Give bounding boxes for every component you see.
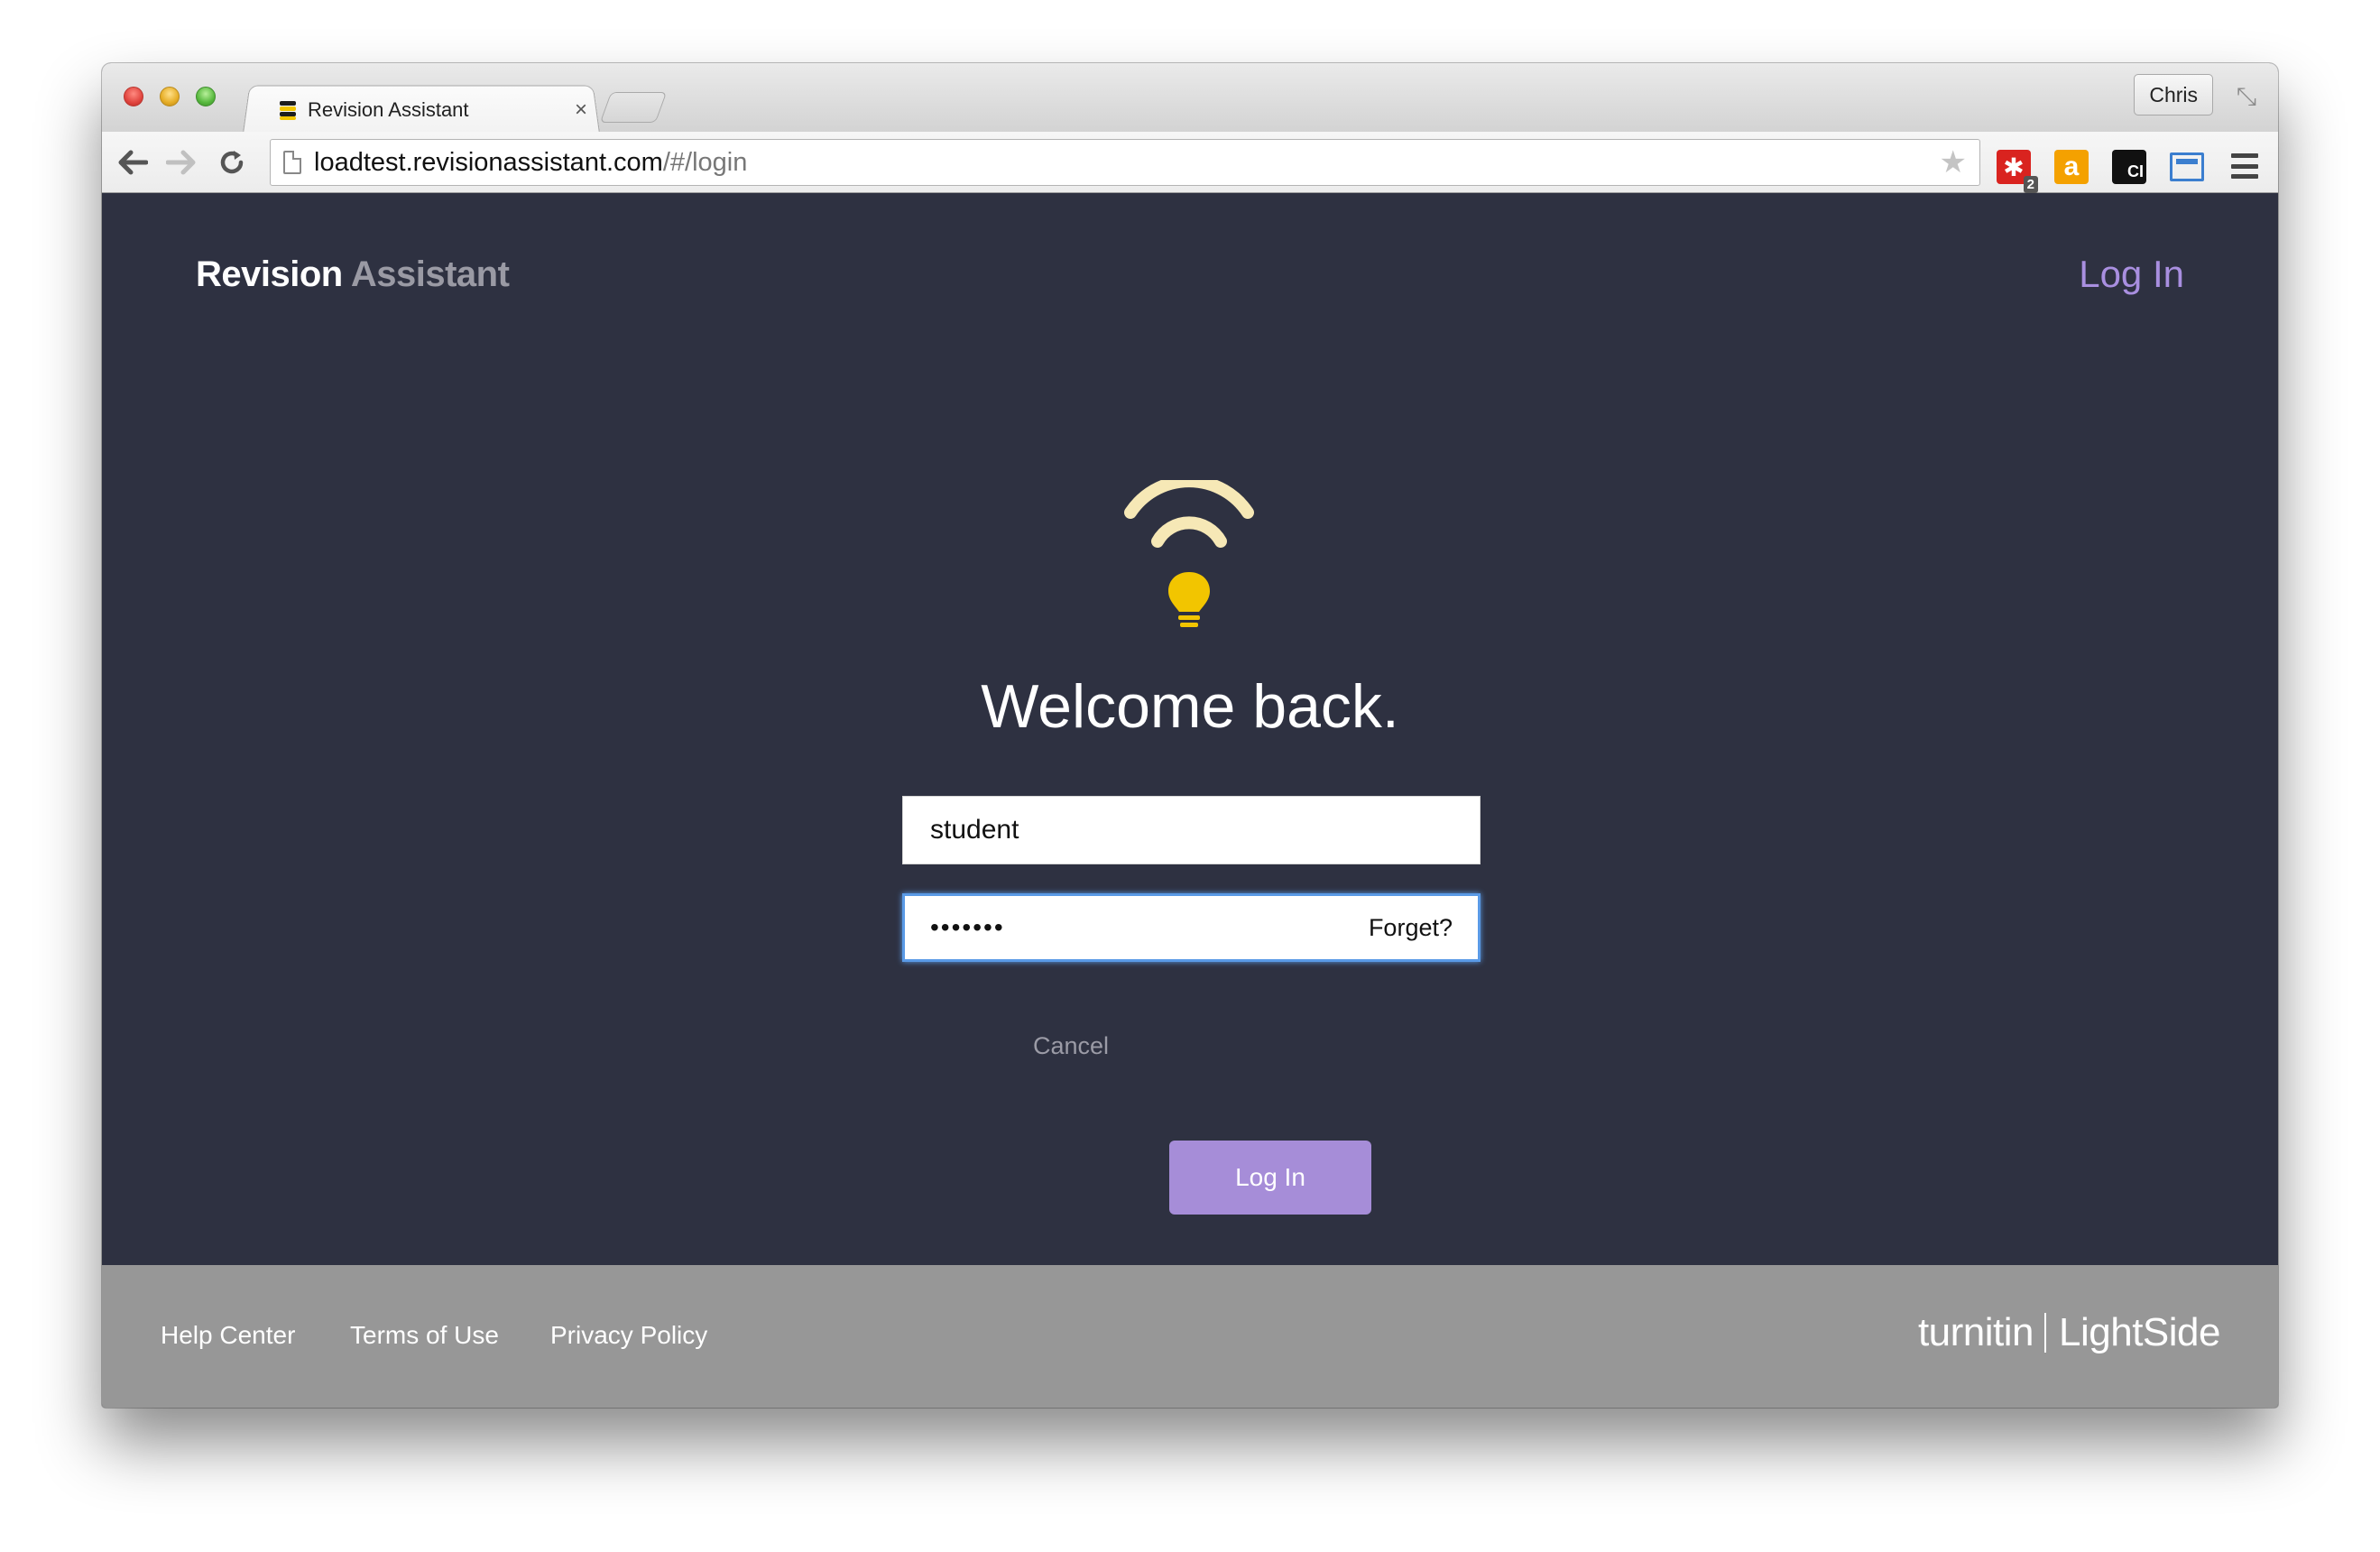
reload-button[interactable]: [212, 143, 252, 182]
brand-bold-text: Revision: [196, 254, 343, 294]
header-login-link[interactable]: Log In: [2079, 253, 2184, 296]
tab-strip: Revision Assistant × Chris ⤡: [102, 63, 2278, 134]
footer-link-privacy-policy[interactable]: Privacy Policy: [550, 1321, 707, 1350]
logo-divider: [2044, 1313, 2047, 1353]
revision-assistant-favicon-icon: [277, 99, 299, 121]
tab-title: Revision Assistant: [308, 98, 469, 121]
back-arrow-icon: [118, 150, 148, 175]
password-value: •••••••: [930, 913, 1005, 941]
url-text[interactable]: loadtest.revisionassistant.com/#/login: [314, 148, 1940, 178]
new-tab-button[interactable]: [599, 92, 668, 123]
turnitin-lightside-logo[interactable]: turnitin LightSide: [1917, 1310, 2221, 1355]
cancel-button[interactable]: Cancel: [1033, 1032, 1109, 1060]
amazon-extension-icon[interactable]: a: [2054, 150, 2089, 184]
bookmark-star-icon[interactable]: ★: [1940, 144, 1967, 180]
browser-menu-icon[interactable]: [2231, 153, 2258, 179]
ci-extension-icon[interactable]: CI: [2112, 150, 2146, 184]
browser-window: Revision Assistant × Chris ⤡ loadtest.re…: [102, 63, 2278, 1408]
forward-button[interactable]: [161, 143, 201, 182]
active-tab-content[interactable]: Revision Assistant ×: [264, 88, 600, 132]
turnitin-wordmark: turnitin: [1917, 1310, 2034, 1354]
username-field[interactable]: student: [902, 796, 1481, 864]
lightbulb-signal-logo-icon: [1124, 480, 1254, 627]
page-content: Revision Assistant Log In Welcome back. …: [102, 193, 2278, 1265]
username-value: student: [930, 815, 1019, 845]
back-button[interactable]: [113, 143, 152, 182]
browser-toolbar: loadtest.revisionassistant.com/#/login ★…: [102, 132, 2278, 193]
welcome-heading: Welcome back.: [981, 672, 1399, 741]
fullscreen-icon[interactable]: ⤡: [2233, 83, 2260, 110]
footer-link-help-center[interactable]: Help Center: [161, 1321, 295, 1350]
zoom-window-button[interactable]: [196, 87, 216, 106]
page-footer: Help Center Terms of Use Privacy Policy …: [102, 1265, 2278, 1408]
password-field[interactable]: ••••••• Forget?: [902, 893, 1481, 962]
login-button[interactable]: Log In: [1169, 1141, 1371, 1215]
footer-link-terms-of-use[interactable]: Terms of Use: [350, 1321, 499, 1350]
brand-logo[interactable]: Revision Assistant: [196, 254, 510, 295]
extension-badge: 2: [2023, 176, 2038, 193]
forward-arrow-icon: [166, 150, 196, 175]
close-window-button[interactable]: [124, 87, 143, 106]
profile-button[interactable]: Chris: [2134, 74, 2213, 115]
tab-close-icon[interactable]: ×: [575, 97, 587, 123]
address-bar[interactable]: loadtest.revisionassistant.com/#/login ★: [270, 139, 1980, 186]
page-icon: [283, 151, 301, 174]
reload-icon: [220, 151, 244, 174]
screen-capture-extension-icon[interactable]: [2170, 152, 2204, 181]
forget-password-link[interactable]: Forget?: [1369, 914, 1453, 942]
minimize-window-button[interactable]: [160, 87, 180, 106]
brand-light-text: Assistant: [350, 254, 510, 294]
lastpass-extension-icon[interactable]: ✱ 2: [1997, 150, 2038, 193]
lightside-wordmark: LightSide: [2059, 1310, 2220, 1354]
